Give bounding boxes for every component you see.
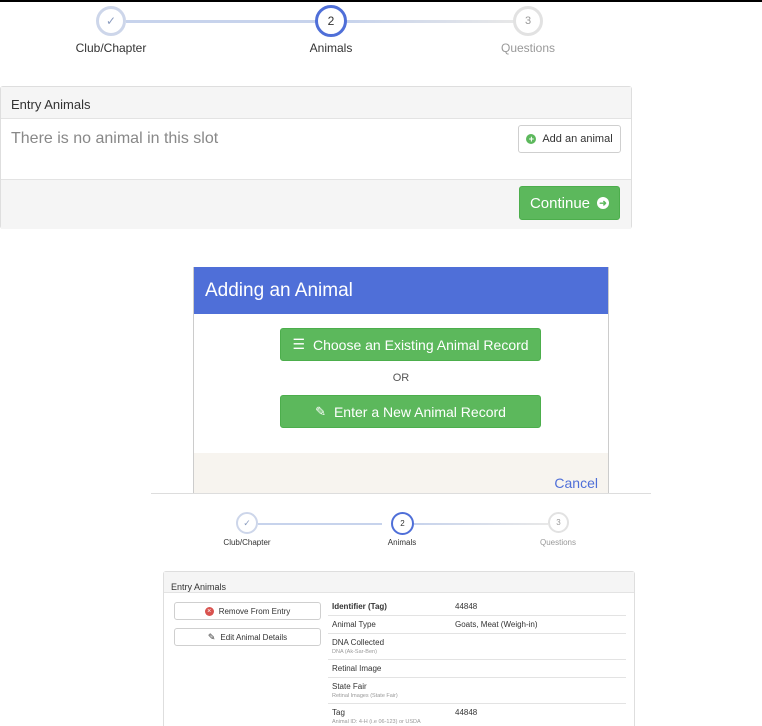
row-value [451, 659, 626, 678]
list-icon: ☰ [292, 336, 305, 352]
pencil-icon: ✎ [207, 631, 216, 642]
modal-header: Adding an Animal [194, 267, 608, 314]
modal-title: Adding an Animal [205, 280, 353, 301]
row-label: State Fair [332, 682, 367, 691]
cancel-link[interactable]: Cancel [554, 475, 598, 491]
table-row: Tag Animal ID: 4-H (i.e 06-123) or USDA 4… [328, 703, 626, 726]
pencil-icon: ✎ [315, 403, 326, 419]
table-row: Identifier (Tag) 44848 [328, 598, 626, 616]
progress-stepper-small: ✓ 2 3 Club/Chapter Animals Questions [0, 500, 762, 550]
row-label: Identifier (Tag) [332, 602, 387, 611]
panel-heading: Entry Animals [1, 87, 631, 119]
checkmark-icon: ✓ [105, 14, 117, 28]
arrow-right-circle-icon: ➜ [597, 197, 610, 209]
step-1-label: Club/Chapter [223, 538, 271, 547]
stepper-line-done [258, 523, 382, 525]
step-3-circle[interactable]: 3 [513, 6, 543, 36]
panel-heading: Entry Animals [164, 572, 634, 593]
empty-slot-text: There is no animal in this slot [11, 130, 219, 147]
stepper-line-todo [346, 20, 516, 23]
row-label: Tag [332, 708, 345, 717]
remove-from-entry-button[interactable]: × Remove From Entry [174, 602, 321, 620]
step-2-label: Animals [387, 538, 417, 547]
step-3-circle[interactable]: 3 [548, 512, 569, 533]
row-value: 44848 [451, 703, 626, 726]
add-animal-modal: Adding an Animal ☰ Choose an Existing An… [193, 267, 609, 493]
table-row: Animal Type Goats, Meat (Weigh-in) [328, 615, 626, 634]
row-value [451, 633, 626, 660]
row-value: 44848 [455, 602, 478, 611]
row-value [451, 677, 626, 704]
row-sublabel: Animal ID: 4-H (i.e 06-123) or USDA [332, 719, 421, 725]
or-separator: OR [392, 372, 410, 384]
modal-footer: Cancel [194, 453, 608, 493]
table-row: Retinal Image [328, 659, 626, 678]
row-label: DNA Collected [332, 638, 385, 647]
row-sublabel: DNA (Ak-Sar-Ben) [332, 649, 377, 655]
table-row: State Fair Retinal Images (State Fair) [328, 677, 626, 704]
entry-animals-panel: Entry Animals There is no animal in this… [0, 86, 632, 229]
enter-new-animal-button[interactable]: ✎ Enter a New Animal Record [280, 395, 541, 428]
remove-circle-icon: × [204, 606, 214, 616]
checkmark-icon: ✓ [243, 517, 251, 528]
progress-stepper: ✓ 2 3 Club/Chapter Animals Questions [0, 0, 762, 60]
animal-details-table: Identifier (Tag) 44848 Animal Type Goats… [328, 598, 626, 726]
step-1-label: Club/Chapter [75, 41, 147, 55]
row-value: Goats, Meat (Weigh-in) [451, 615, 626, 634]
step-2-circle[interactable]: 2 [315, 5, 347, 37]
section-divider [151, 493, 651, 494]
table-row: DNA Collected DNA (Ak-Sar-Ben) [328, 633, 626, 660]
entry-animals-detail-panel: Entry Animals × Remove From Entry ✎ Edit… [163, 571, 635, 726]
panel-title: Entry Animals [11, 97, 91, 112]
add-animal-button[interactable]: + Add an animal [518, 125, 621, 153]
step-1-circle[interactable]: ✓ [96, 6, 126, 36]
plus-circle-icon: + [526, 134, 537, 144]
panel-title: Entry Animals [171, 582, 227, 592]
row-label: Retinal Image [328, 659, 451, 678]
stepper-line-done [126, 20, 316, 23]
step-3-label: Questions [500, 41, 556, 55]
step-2-label: Animals [309, 41, 353, 55]
edit-animal-details-button[interactable]: ✎ Edit Animal Details [174, 628, 321, 646]
step-2-circle[interactable]: 2 [391, 512, 414, 535]
stepper-line-todo [414, 523, 548, 525]
step-1-circle[interactable]: ✓ [236, 512, 258, 534]
row-label: Animal Type [328, 615, 451, 634]
step-3-label: Questions [539, 538, 577, 547]
choose-existing-animal-button[interactable]: ☰ Choose an Existing Animal Record [280, 328, 541, 361]
continue-button[interactable]: Continue ➜ [519, 186, 620, 220]
row-sublabel: Retinal Images (State Fair) [332, 693, 398, 699]
